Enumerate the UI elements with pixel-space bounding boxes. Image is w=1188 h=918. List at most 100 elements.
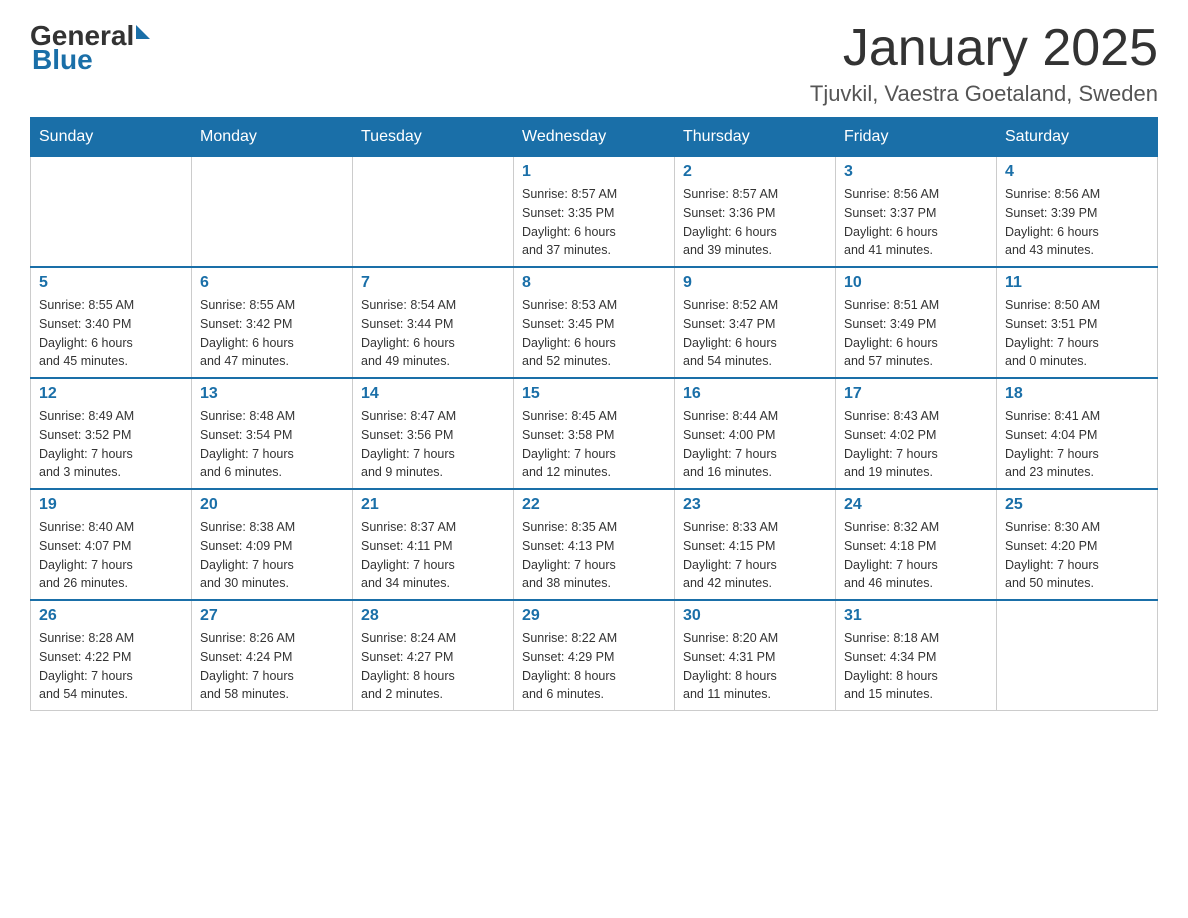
day-number: 6 bbox=[200, 274, 344, 292]
calendar-cell bbox=[997, 600, 1158, 711]
day-number: 31 bbox=[844, 607, 988, 625]
day-number: 12 bbox=[39, 385, 183, 403]
calendar-cell: 2 Sunrise: 8:57 AM Sunset: 3:36 PM Daylig… bbox=[675, 157, 836, 268]
day-number: 5 bbox=[39, 274, 183, 292]
day-info: Sunrise: 8:37 AM Sunset: 4:11 PM Dayligh… bbox=[361, 518, 505, 593]
day-number: 23 bbox=[683, 496, 827, 514]
day-info: Sunrise: 8:20 AM Sunset: 4:31 PM Dayligh… bbox=[683, 629, 827, 704]
day-number: 24 bbox=[844, 496, 988, 514]
day-info: Sunrise: 8:44 AM Sunset: 4:00 PM Dayligh… bbox=[683, 407, 827, 482]
calendar-cell: 13Sunrise: 8:48 AM Sunset: 3:54 PM Dayli… bbox=[192, 378, 353, 489]
day-number: 26 bbox=[39, 607, 183, 625]
day-info: Sunrise: 8:54 AM Sunset: 3:44 PM Dayligh… bbox=[361, 296, 505, 371]
day-info: Sunrise: 8:47 AM Sunset: 3:56 PM Dayligh… bbox=[361, 407, 505, 482]
calendar-cell: 12Sunrise: 8:49 AM Sunset: 3:52 PM Dayli… bbox=[31, 378, 192, 489]
calendar-cell: 25Sunrise: 8:30 AM Sunset: 4:20 PM Dayli… bbox=[997, 489, 1158, 600]
calendar-table: SundayMondayTuesdayWednesdayThursdayFrid… bbox=[30, 117, 1158, 711]
day-number: 1 bbox=[522, 163, 666, 181]
day-number: 16 bbox=[683, 385, 827, 403]
day-info: Sunrise: 8:52 AM Sunset: 3:47 PM Dayligh… bbox=[683, 296, 827, 371]
calendar-cell: 11Sunrise: 8:50 AM Sunset: 3:51 PM Dayli… bbox=[997, 267, 1158, 378]
page-title: January 2025 bbox=[810, 20, 1158, 77]
day-number: 22 bbox=[522, 496, 666, 514]
day-number: 27 bbox=[200, 607, 344, 625]
day-info: Sunrise: 8:28 AM Sunset: 4:22 PM Dayligh… bbox=[39, 629, 183, 704]
calendar-cell: 18Sunrise: 8:41 AM Sunset: 4:04 PM Dayli… bbox=[997, 378, 1158, 489]
calendar-cell: 28 Sunrise: 8:24 AM Sunset: 4:27 PM Dayli… bbox=[353, 600, 514, 711]
day-number: 20 bbox=[200, 496, 344, 514]
calendar-cell: 16 Sunrise: 8:44 AM Sunset: 4:00 PM Dayli… bbox=[675, 378, 836, 489]
calendar-cell bbox=[353, 157, 514, 268]
day-info: Sunrise: 8:40 AM Sunset: 4:07 PM Dayligh… bbox=[39, 518, 183, 593]
calendar-header-row: SundayMondayTuesdayWednesdayThursdayFrid… bbox=[31, 118, 1158, 157]
calendar-cell: 8Sunrise: 8:53 AM Sunset: 3:45 PM Daylig… bbox=[514, 267, 675, 378]
calendar-cell bbox=[192, 157, 353, 268]
day-info: Sunrise: 8:35 AM Sunset: 4:13 PM Dayligh… bbox=[522, 518, 666, 593]
weekday-header-monday: Monday bbox=[192, 118, 353, 157]
calendar-cell: 24 Sunrise: 8:32 AM Sunset: 4:18 PM Dayli… bbox=[836, 489, 997, 600]
day-number: 19 bbox=[39, 496, 183, 514]
day-info: Sunrise: 8:24 AM Sunset: 4:27 PM Dayligh… bbox=[361, 629, 505, 704]
calendar-cell: 22 Sunrise: 8:35 AM Sunset: 4:13 PM Dayli… bbox=[514, 489, 675, 600]
day-info: Sunrise: 8:56 AM Sunset: 3:39 PM Dayligh… bbox=[1005, 185, 1149, 260]
day-number: 15 bbox=[522, 385, 666, 403]
day-number: 29 bbox=[522, 607, 666, 625]
day-info: Sunrise: 8:30 AM Sunset: 4:20 PM Dayligh… bbox=[1005, 518, 1149, 593]
day-info: Sunrise: 8:56 AM Sunset: 3:37 PM Dayligh… bbox=[844, 185, 988, 260]
calendar-week-2: 5 Sunrise: 8:55 AM Sunset: 3:40 PM Daylig… bbox=[31, 267, 1158, 378]
day-info: Sunrise: 8:55 AM Sunset: 3:40 PM Dayligh… bbox=[39, 296, 183, 371]
calendar-cell: 15Sunrise: 8:45 AM Sunset: 3:58 PM Dayli… bbox=[514, 378, 675, 489]
day-number: 21 bbox=[361, 496, 505, 514]
day-number: 10 bbox=[844, 274, 988, 292]
day-info: Sunrise: 8:43 AM Sunset: 4:02 PM Dayligh… bbox=[844, 407, 988, 482]
day-info: Sunrise: 8:26 AM Sunset: 4:24 PM Dayligh… bbox=[200, 629, 344, 704]
weekday-header-friday: Friday bbox=[836, 118, 997, 157]
calendar-cell: 30 Sunrise: 8:20 AM Sunset: 4:31 PM Dayli… bbox=[675, 600, 836, 711]
page-header: General Blue January 2025 Tjuvkil, Vaest… bbox=[30, 20, 1158, 107]
day-info: Sunrise: 8:55 AM Sunset: 3:42 PM Dayligh… bbox=[200, 296, 344, 371]
day-number: 4 bbox=[1005, 163, 1149, 181]
calendar-cell: 14 Sunrise: 8:47 AM Sunset: 3:56 PM Dayli… bbox=[353, 378, 514, 489]
day-number: 17 bbox=[844, 385, 988, 403]
day-info: Sunrise: 8:48 AM Sunset: 3:54 PM Dayligh… bbox=[200, 407, 344, 482]
calendar-cell: 27 Sunrise: 8:26 AM Sunset: 4:24 PM Dayli… bbox=[192, 600, 353, 711]
calendar-cell: 29 Sunrise: 8:22 AM Sunset: 4:29 PM Dayli… bbox=[514, 600, 675, 711]
logo-arrow-icon bbox=[136, 25, 150, 39]
day-number: 14 bbox=[361, 385, 505, 403]
calendar-week-4: 19 Sunrise: 8:40 AM Sunset: 4:07 PM Dayli… bbox=[31, 489, 1158, 600]
calendar-cell: 23Sunrise: 8:33 AM Sunset: 4:15 PM Dayli… bbox=[675, 489, 836, 600]
calendar-week-1: 1 Sunrise: 8:57 AM Sunset: 3:35 PM Daylig… bbox=[31, 157, 1158, 268]
calendar-cell: 17 Sunrise: 8:43 AM Sunset: 4:02 PM Dayli… bbox=[836, 378, 997, 489]
calendar-cell: 1 Sunrise: 8:57 AM Sunset: 3:35 PM Daylig… bbox=[514, 157, 675, 268]
day-number: 9 bbox=[683, 274, 827, 292]
day-number: 11 bbox=[1005, 274, 1149, 292]
day-number: 30 bbox=[683, 607, 827, 625]
day-info: Sunrise: 8:22 AM Sunset: 4:29 PM Dayligh… bbox=[522, 629, 666, 704]
day-number: 3 bbox=[844, 163, 988, 181]
calendar-cell: 4 Sunrise: 8:56 AM Sunset: 3:39 PM Daylig… bbox=[997, 157, 1158, 268]
calendar-cell: 6 Sunrise: 8:55 AM Sunset: 3:42 PM Daylig… bbox=[192, 267, 353, 378]
day-number: 2 bbox=[683, 163, 827, 181]
calendar-cell: 5 Sunrise: 8:55 AM Sunset: 3:40 PM Daylig… bbox=[31, 267, 192, 378]
weekday-header-sunday: Sunday bbox=[31, 118, 192, 157]
day-number: 8 bbox=[522, 274, 666, 292]
weekday-header-tuesday: Tuesday bbox=[353, 118, 514, 157]
calendar-cell bbox=[31, 157, 192, 268]
day-info: Sunrise: 8:57 AM Sunset: 3:35 PM Dayligh… bbox=[522, 185, 666, 260]
day-info: Sunrise: 8:57 AM Sunset: 3:36 PM Dayligh… bbox=[683, 185, 827, 260]
calendar-cell: 26 Sunrise: 8:28 AM Sunset: 4:22 PM Dayli… bbox=[31, 600, 192, 711]
day-number: 28 bbox=[361, 607, 505, 625]
logo-blue-text: Blue bbox=[30, 44, 150, 76]
subtitle: Tjuvkil, Vaestra Goetaland, Sweden bbox=[810, 81, 1158, 107]
calendar-cell: 7Sunrise: 8:54 AM Sunset: 3:44 PM Daylig… bbox=[353, 267, 514, 378]
calendar-cell: 3 Sunrise: 8:56 AM Sunset: 3:37 PM Daylig… bbox=[836, 157, 997, 268]
calendar-week-3: 12Sunrise: 8:49 AM Sunset: 3:52 PM Dayli… bbox=[31, 378, 1158, 489]
day-info: Sunrise: 8:51 AM Sunset: 3:49 PM Dayligh… bbox=[844, 296, 988, 371]
calendar-cell: 9 Sunrise: 8:52 AM Sunset: 3:47 PM Daylig… bbox=[675, 267, 836, 378]
calendar-cell: 31Sunrise: 8:18 AM Sunset: 4:34 PM Dayli… bbox=[836, 600, 997, 711]
calendar-cell: 20 Sunrise: 8:38 AM Sunset: 4:09 PM Dayli… bbox=[192, 489, 353, 600]
day-info: Sunrise: 8:38 AM Sunset: 4:09 PM Dayligh… bbox=[200, 518, 344, 593]
calendar-week-5: 26 Sunrise: 8:28 AM Sunset: 4:22 PM Dayli… bbox=[31, 600, 1158, 711]
day-info: Sunrise: 8:32 AM Sunset: 4:18 PM Dayligh… bbox=[844, 518, 988, 593]
weekday-header-thursday: Thursday bbox=[675, 118, 836, 157]
